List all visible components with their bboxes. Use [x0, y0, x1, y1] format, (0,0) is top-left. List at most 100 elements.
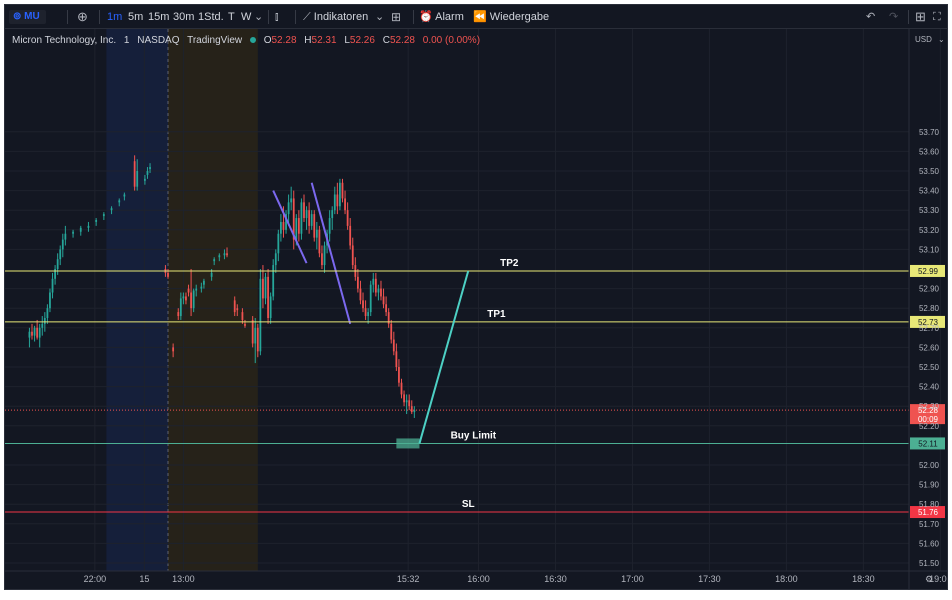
candle-body — [226, 253, 228, 256]
candle-body — [380, 288, 382, 297]
time-axis-tick: 15:32 — [397, 574, 420, 584]
replay-button[interactable]: ⏪ Wiedergabe — [473, 5, 549, 29]
indicators-icon: ⟋ — [303, 11, 311, 23]
sl-price-tag-text: 51.76 — [918, 508, 939, 517]
interval-week[interactable]: W — [241, 5, 251, 29]
candle-style-icon[interactable]: ⫾ — [275, 5, 279, 29]
candle-body — [303, 202, 305, 219]
candle-body — [359, 288, 362, 301]
chart-legend: Micron Technology, Inc. 1 NASDAQ Trading… — [12, 35, 490, 51]
price-chart[interactable]: TP252.99TP152.73Buy Limit52.11SL51.7652.… — [5, 29, 947, 589]
candle-body — [390, 323, 393, 340]
price-axis-tick: 53.70 — [919, 128, 940, 137]
candle-body — [95, 220, 98, 222]
buy-limit-order-box[interactable] — [396, 438, 420, 449]
interval-15m[interactable]: 15m — [148, 5, 169, 29]
candle-body — [341, 182, 344, 199]
price-axis-tick: 52.50 — [919, 363, 940, 372]
symbol-search-button[interactable]: ⊚ MU — [9, 10, 46, 24]
candle-body — [192, 290, 195, 309]
candle-body — [251, 319, 254, 344]
tp2-label: TP2 — [500, 258, 519, 269]
candle-body — [351, 245, 354, 266]
candle-body — [203, 280, 205, 285]
candle-body — [305, 210, 308, 219]
layout-select-icon[interactable]: ⊞ — [915, 5, 926, 29]
candle-body — [87, 225, 90, 228]
candle-body — [333, 194, 336, 211]
candle-body — [61, 239, 64, 250]
interval-day[interactable]: T — [228, 5, 235, 29]
candle-body — [43, 318, 46, 324]
candle-body — [282, 221, 285, 230]
candle-body — [110, 208, 113, 211]
price-axis-tick: 51.70 — [919, 520, 940, 529]
sl-label: SL — [462, 499, 475, 510]
candle-body — [72, 231, 74, 234]
candle-body — [118, 200, 121, 203]
candle-body — [356, 276, 359, 289]
candle-body — [267, 276, 269, 318]
candle-body — [56, 259, 59, 269]
candle-body — [269, 296, 272, 318]
price-axis-tick: 53.50 — [919, 167, 940, 176]
toolbar-divider — [99, 10, 100, 24]
candle-body — [372, 278, 375, 285]
candle-body — [344, 198, 346, 211]
candle-body — [318, 229, 321, 254]
chevron-down-icon[interactable]: ⌄ — [254, 5, 263, 29]
indicators-button[interactable]: ⟋ Indikatoren — [303, 5, 368, 29]
candle-body — [403, 394, 405, 403]
candle-body — [133, 161, 136, 187]
price-axis-tick: 52.40 — [919, 383, 940, 392]
chevron-down-icon[interactable]: ⌄ — [375, 5, 384, 29]
price-axis-tick: 53.10 — [919, 245, 940, 254]
symbol-label: MU — [24, 11, 40, 22]
indicators-label: Indikatoren — [313, 11, 369, 23]
interval-5m[interactable]: 5m — [128, 5, 143, 29]
tp2-price-tag-text: 52.99 — [918, 267, 939, 276]
candle-body — [362, 300, 364, 309]
price-axis-tick: 51.90 — [919, 481, 940, 490]
price-axis-tick: 51.80 — [919, 500, 940, 509]
candle-body — [300, 202, 303, 234]
candle-body — [213, 259, 216, 262]
layout-grid-icon[interactable]: ⊞ — [391, 5, 401, 29]
market-status-icon[interactable] — [249, 37, 256, 44]
candle-body — [313, 214, 316, 238]
candle-body — [233, 300, 236, 313]
candle-body — [144, 178, 146, 181]
candle-body — [295, 218, 298, 240]
candle-body — [310, 214, 313, 226]
interval-30m[interactable]: 30m — [173, 5, 194, 29]
price-axis-tick: 53.20 — [919, 226, 940, 235]
undo-icon[interactable]: ↶ — [866, 5, 875, 29]
candle-body — [179, 298, 182, 317]
candle-body — [410, 406, 413, 413]
toolbar-divider — [908, 10, 909, 24]
redo-icon[interactable]: ↷ — [889, 5, 898, 29]
price-axis-tick: 52.60 — [919, 343, 940, 352]
candle-body — [308, 210, 311, 226]
candle-body — [38, 327, 41, 338]
interval-1h[interactable]: 1Std. — [198, 5, 224, 29]
candle-body — [369, 284, 372, 313]
time-axis-tick: 18:30 — [852, 574, 875, 584]
compare-add-icon[interactable]: ⊕ — [77, 5, 88, 29]
candle-body — [190, 292, 192, 309]
candle-body — [236, 308, 239, 311]
candle-body — [172, 347, 175, 352]
toolbar-divider — [295, 10, 296, 24]
toolbar-divider — [67, 10, 68, 24]
fullscreen-icon[interactable]: ⛶ — [933, 5, 941, 29]
candle-body — [182, 296, 185, 299]
candle-body — [315, 229, 318, 238]
replay-icon: ⏪ — [473, 11, 487, 23]
tp1-label: TP1 — [487, 309, 506, 320]
interval-1m[interactable]: 1m — [107, 5, 122, 29]
candle-body — [287, 202, 290, 215]
alarm-button[interactable]: ⏰ Alarm — [419, 5, 464, 29]
price-axis-tick: 52.80 — [919, 304, 940, 313]
time-axis-tick: 18:00 — [775, 574, 798, 584]
candle-body — [149, 167, 151, 170]
